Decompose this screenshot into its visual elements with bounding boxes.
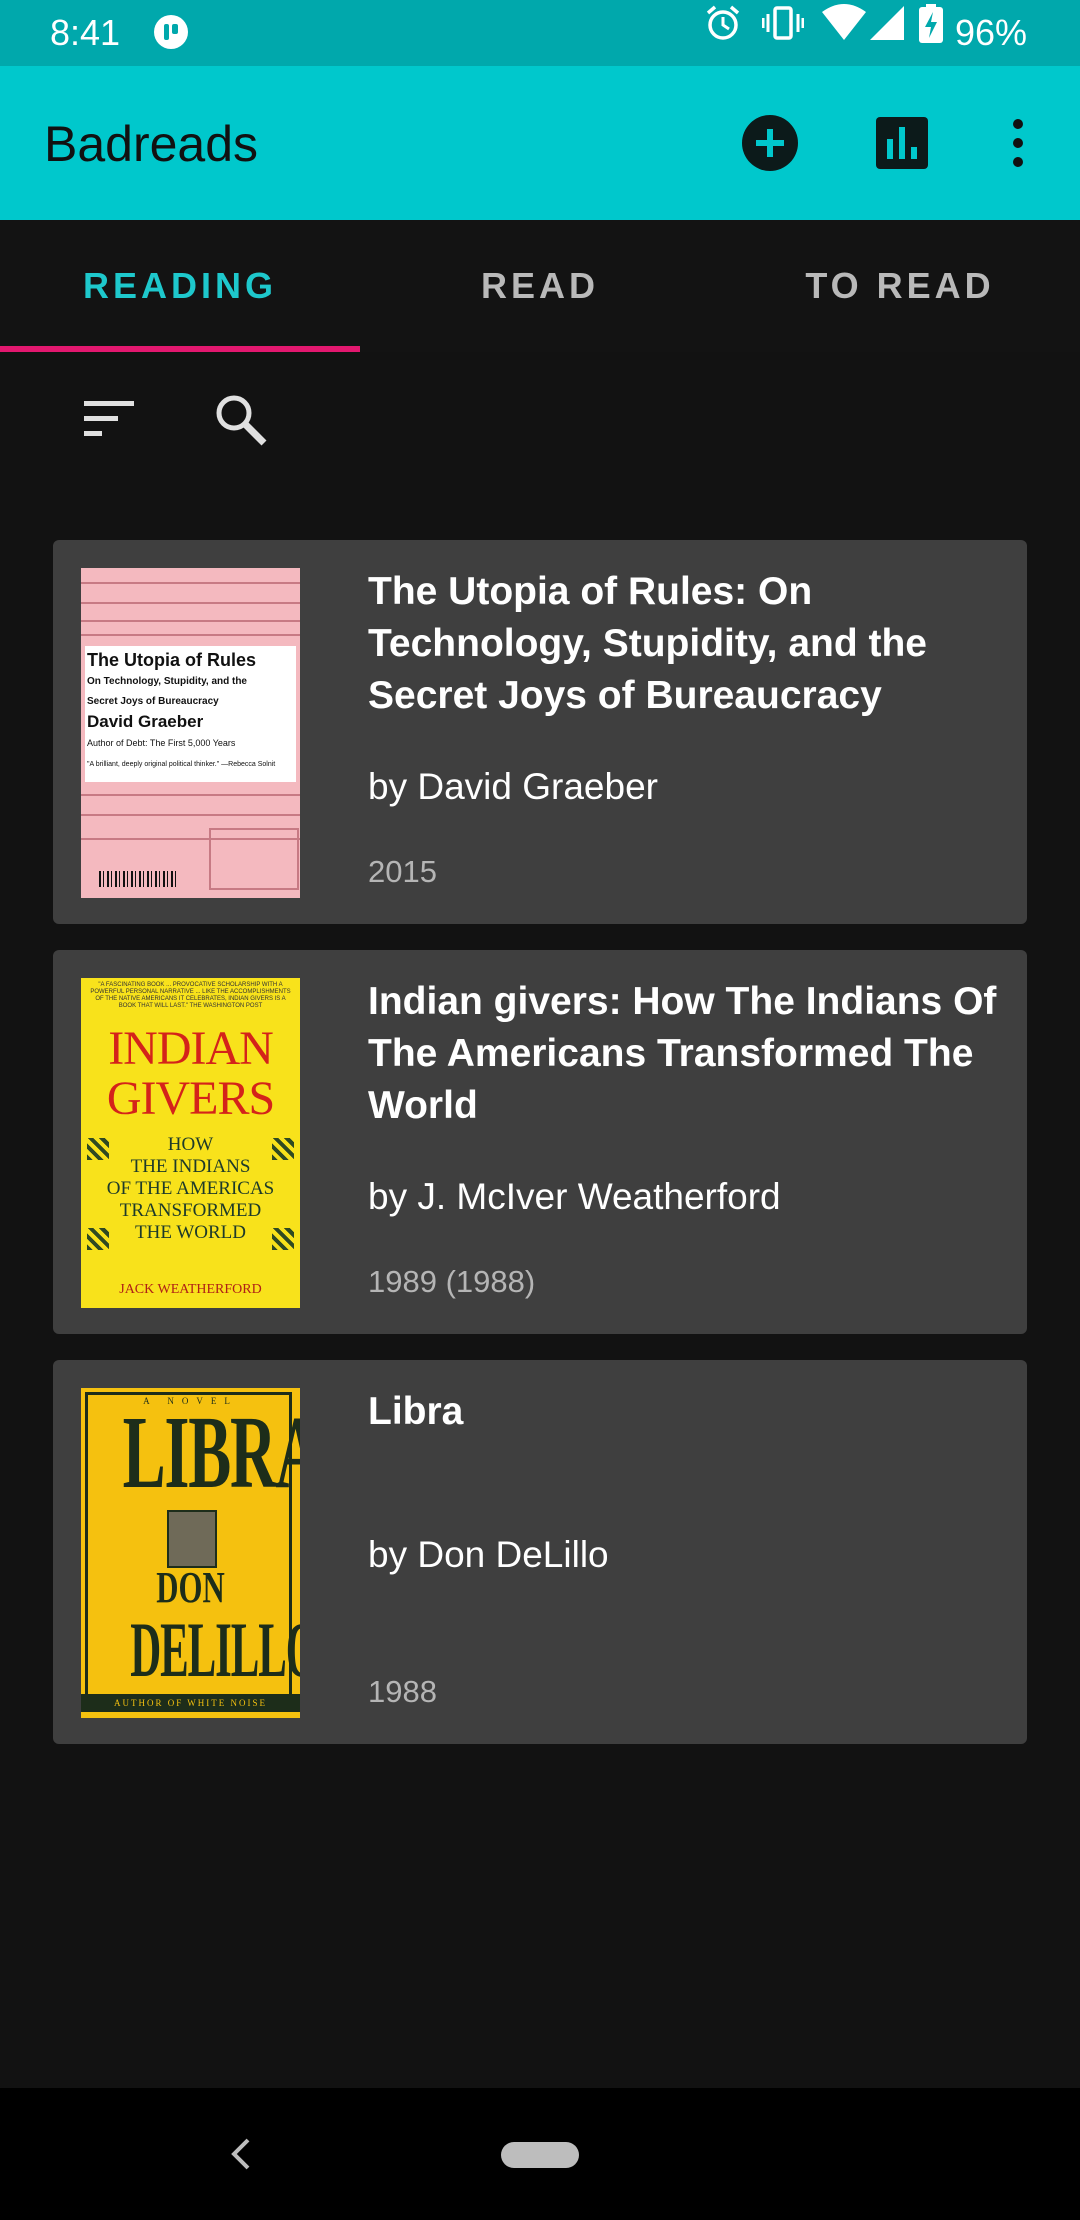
tab-read[interactable]: READ	[360, 220, 720, 352]
cover-subtitle: Secret Joys of Bureaucracy	[87, 696, 219, 707]
cover-subtitle: On Technology, Stupidity, and the	[87, 676, 247, 687]
tab-reading[interactable]: READING	[0, 220, 360, 352]
app-screen: 8:41 96% Badreads READING READ TO READ T…	[0, 0, 1080, 2220]
cover-footer: AUTHOR OF WHITE NOISE	[81, 1694, 300, 1712]
wifi-icon	[822, 4, 866, 40]
back-icon[interactable]	[222, 2134, 262, 2174]
vibrate-icon	[762, 6, 804, 40]
barcode	[99, 871, 177, 887]
book-cover-image: The Utopia of Rules On Technology, Stupi…	[81, 568, 300, 898]
book-cover-image: "A FASCINATING BOOK ... PROVOCATIVE SCHO…	[81, 978, 300, 1308]
bar-chart-icon[interactable]	[870, 111, 934, 175]
signal-icon	[870, 6, 904, 40]
book-title: Libra	[368, 1390, 464, 1433]
filter-row	[0, 352, 1080, 482]
battery-percent: 96%	[955, 12, 1028, 53]
status-bar: 8:41 96%	[0, 0, 1080, 66]
book-title: The Utopia of Rules: On Technology, Stup…	[368, 570, 927, 717]
book-year: 2015	[368, 854, 437, 889]
cover-subtitle-line: HOW	[167, 1134, 214, 1155]
cover-photo	[167, 1510, 217, 1568]
book-card[interactable]: The Utopia of Rules On Technology, Stupi…	[53, 540, 1027, 924]
tab-bar: READING READ TO READ	[0, 220, 1080, 352]
alarm-icon	[706, 5, 740, 40]
more-vert-icon[interactable]	[986, 111, 1050, 175]
sort-icon[interactable]	[78, 387, 142, 451]
cover-blurb: "A FASCINATING BOOK ... PROVOCATIVE SCHO…	[90, 982, 291, 1009]
book-cover-image: A NOVEL LIBRA DON DELILLO AUTHOR OF WHIT…	[81, 1388, 300, 1718]
cover-author: David Graeber	[87, 712, 204, 731]
app-title: Badreads	[44, 116, 259, 172]
cover-subtitle-line: THE INDIANS	[130, 1156, 251, 1177]
cover-title: The Utopia of Rules	[87, 650, 257, 670]
app-notification-icon	[154, 15, 188, 49]
cover-author: JACK WEATHERFORD	[119, 1282, 262, 1297]
cover-title-line: INDIAN	[108, 1022, 274, 1075]
add-circle-icon[interactable]	[738, 111, 802, 175]
tab-to-read[interactable]: TO READ	[720, 220, 1080, 352]
cover-author-last: DELILLO	[130, 1606, 300, 1693]
search-icon[interactable]	[208, 387, 272, 451]
book-year: 1989 (1988)	[368, 1264, 536, 1299]
cover-subtitle-line: TRANSFORMED	[119, 1200, 262, 1221]
app-toolbar: Badreads	[0, 66, 1080, 220]
book-author: by David Graeber	[368, 766, 658, 807]
status-time: 8:41	[50, 12, 121, 53]
book-title: Indian givers: How The Indians Of The Am…	[368, 980, 997, 1127]
book-card[interactable]: A NOVEL LIBRA DON DELILLO AUTHOR OF WHIT…	[53, 1360, 1027, 1744]
book-author: by J. McIver Weatherford	[368, 1176, 781, 1217]
book-year: 1988	[368, 1674, 437, 1709]
cover-title-line: GIVERS	[106, 1072, 275, 1125]
home-pill-icon[interactable]	[501, 2142, 579, 2168]
battery-charging-icon	[919, 4, 943, 43]
book-card[interactable]: "A FASCINATING BOOK ... PROVOCATIVE SCHO…	[53, 950, 1027, 1334]
cover-subtitle-line: THE WORLD	[135, 1222, 246, 1243]
cover-quote: "A brilliant, deeply original political …	[87, 761, 276, 768]
book-author: by Don DeLillo	[368, 1534, 609, 1575]
cover-author-first: DON	[156, 1563, 225, 1612]
cover-subtitle-line: OF THE AMERICAS	[106, 1178, 275, 1199]
cover-note: Author of Debt: The First 5,000 Years	[87, 738, 236, 748]
cover-title: LIBRA	[122, 1395, 300, 1510]
system-nav-bar	[0, 2088, 1080, 2220]
